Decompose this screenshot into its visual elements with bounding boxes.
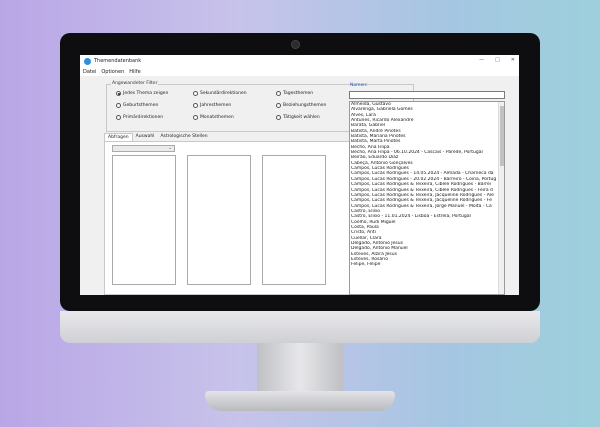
radio-dot: [116, 91, 121, 96]
names-list[interactable]: Almeida, Gustavo Alvarenga, Gabriela Gome…: [349, 101, 505, 295]
chevron-down-icon: ⌄: [168, 146, 172, 151]
menu-optionen[interactable]: Optionen: [101, 69, 124, 75]
radio-dot: [193, 115, 198, 120]
listbox-1[interactable]: [112, 155, 176, 285]
listbox-3[interactable]: [262, 155, 326, 285]
radio-dot: [276, 103, 281, 108]
radio-dot: [276, 91, 281, 96]
radio-jedes-thema[interactable]: Jedes Thema zeigen: [116, 91, 168, 96]
names-label: Namen:: [350, 83, 368, 88]
list-item[interactable]: Campos, Lucas Rodrigues & Teixeira, Cibe…: [350, 182, 504, 187]
menu-hilfe[interactable]: Hilfe: [129, 69, 140, 75]
radio-dot: [116, 103, 121, 108]
query-dropdown[interactable]: ⌄: [112, 145, 175, 152]
radio-geburtsthemen[interactable]: Geburtsthemen: [116, 103, 158, 108]
radio-label: Tagesthemen: [283, 91, 314, 96]
names-scrollbar[interactable]: [498, 102, 504, 294]
radio-label: Monatsthemen: [200, 115, 234, 120]
radio-dot: [193, 103, 198, 108]
main-area: Angewandeter Filter Jedes Thema zeigen S…: [80, 76, 519, 295]
maximize-icon[interactable]: □: [495, 57, 500, 63]
monitor-stand-neck: [257, 343, 343, 393]
scrollbar-thumb[interactable]: [500, 106, 504, 166]
names-items: Almeida, Gustavo Alvarenga, Gabriela Gome…: [350, 102, 504, 268]
radio-primaerdirektionen[interactable]: Primärdirektionen: [116, 115, 163, 120]
radio-beziehungsthemen[interactable]: Beziehungsthemen: [276, 103, 326, 108]
radio-label: Primärdirektionen: [123, 115, 164, 120]
app-window: Themendatenbank — □ ✕ Datei Optionen Hil…: [80, 55, 519, 295]
radio-label: Beziehungsthemen: [283, 103, 327, 108]
radio-label: Tätigkeit wählen: [283, 115, 320, 120]
radio-label: Jahresthemen: [200, 103, 232, 108]
tab-astrologische-stellen[interactable]: Astrologische Stellen: [157, 133, 210, 141]
app-icon: [84, 57, 91, 65]
list-item[interactable]: Campos, Lucas Rodrigues & Teixeira, Jacq…: [350, 198, 504, 203]
camera-icon: [291, 40, 300, 49]
title-bar: Themendatenbank — □ ✕: [80, 55, 519, 67]
radio-jahresthemen[interactable]: Jahresthemen: [193, 103, 231, 108]
listbox-2[interactable]: [187, 155, 251, 285]
radio-sekundaerdirektionen[interactable]: Sekundärdirektionen: [193, 91, 247, 96]
list-item[interactable]: Felipe, Felipe: [350, 262, 504, 267]
radio-label: Sekundärdirektionen: [200, 91, 247, 96]
radio-dot: [116, 115, 121, 120]
radio-label: Geburtsthemen: [123, 103, 159, 108]
radio-dot: [193, 91, 198, 96]
menu-bar: Datei Optionen Hilfe: [80, 67, 519, 76]
window-controls: — □ ✕: [479, 57, 515, 63]
radio-monatsthemen[interactable]: Monatsthemen: [193, 115, 234, 120]
names-search-input[interactable]: [349, 91, 505, 99]
menu-datei[interactable]: Datei: [83, 69, 96, 75]
tab-auswahl[interactable]: Auswahl: [133, 133, 158, 141]
radio-taetigkeit-waehlen[interactable]: Tätigkeit wählen: [276, 115, 320, 120]
tab-abfragen[interactable]: Abfragen: [104, 133, 133, 141]
filter-legend: Angewandeter Filter: [111, 81, 159, 86]
minimize-icon[interactable]: —: [479, 57, 484, 63]
monitor-stand-base: [205, 391, 395, 411]
radio-dot: [276, 115, 281, 120]
monitor-chin: [60, 311, 540, 343]
window-title: Themendatenbank: [94, 58, 142, 64]
radio-tagesthemen[interactable]: Tagesthemen: [276, 91, 313, 96]
radio-label: Jedes Thema zeigen: [123, 91, 169, 96]
close-icon[interactable]: ✕: [511, 57, 515, 63]
